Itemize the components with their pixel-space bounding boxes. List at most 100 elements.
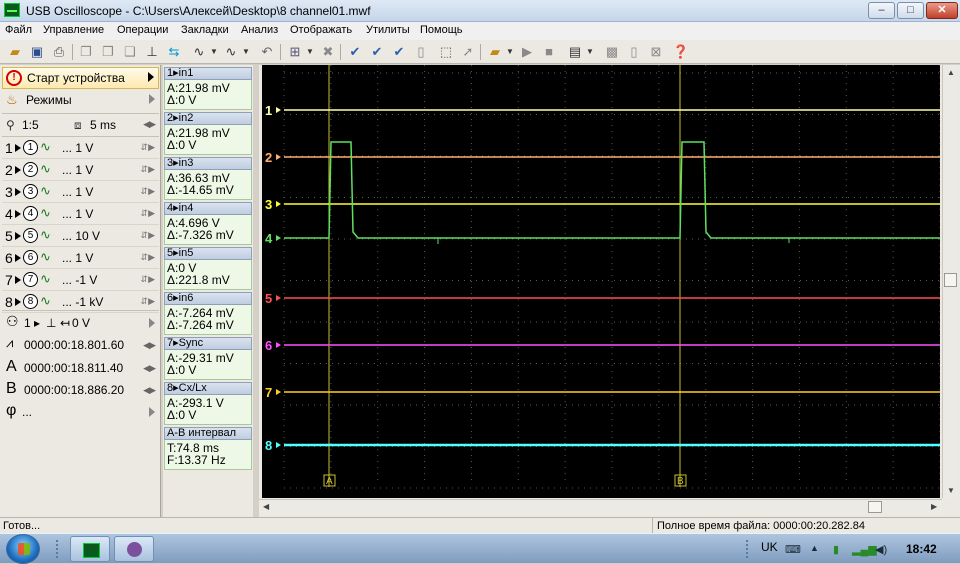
start-button[interactable]	[6, 534, 40, 564]
paste-icon[interactable]: ❐	[99, 43, 117, 61]
scroll-up-icon[interactable]: ▲	[947, 68, 955, 77]
cursor-a-stepper[interactable]: ◀▶	[143, 363, 156, 374]
menu-analysis[interactable]: Анализ	[241, 24, 278, 36]
cursor-icon[interactable]: ⇆	[165, 43, 183, 61]
measurement-header[interactable]: 2▸in2	[164, 112, 252, 125]
menu-utilities[interactable]: Утилиты	[366, 24, 410, 36]
channel-stepper[interactable]: ⇵▶	[141, 164, 155, 175]
waveform-icon[interactable]: ∿	[40, 139, 51, 155]
channel-stepper[interactable]: ⇵▶	[141, 142, 155, 153]
channel-row[interactable]: 7 7 ∿... -1 V ⇵▶	[2, 270, 159, 291]
channel-circle-icon[interactable]: 4	[23, 206, 38, 221]
channel-stepper[interactable]: ⇵▶	[141, 274, 155, 285]
channel-volts-per-div[interactable]: ... 1 V	[62, 163, 93, 177]
zoom-value[interactable]: 1:5	[22, 118, 39, 132]
channel-stepper[interactable]: ⇵▶	[141, 230, 155, 241]
chevron-down-icon[interactable]: ▼	[205, 43, 223, 61]
measurement-header[interactable]: 7▸Sync	[164, 337, 252, 350]
phase-row[interactable]: φ ...	[2, 401, 159, 423]
trigger-row[interactable]: ⚇ 1 ▸ ⊥ ↤ 0 V	[2, 312, 159, 334]
image-icon[interactable]: ▩	[603, 43, 621, 61]
vertical-scrollbar[interactable]: ▲ ▼	[942, 65, 958, 498]
waveform-icon[interactable]: ∿	[40, 205, 51, 221]
print-icon[interactable]: ⎙	[50, 43, 68, 61]
save-icon[interactable]: ▣	[28, 43, 46, 61]
measurement-header[interactable]: 8▸Cx/Lx	[164, 382, 252, 395]
check-icon[interactable]: ✔	[346, 43, 364, 61]
maximize-button[interactable]: □	[897, 2, 924, 19]
help-icon[interactable]: ❓	[672, 43, 690, 61]
show-hidden-icons-icon[interactable]: ▲	[810, 543, 819, 553]
waveform-icon[interactable]: ∿	[40, 271, 51, 287]
chevron-down-icon[interactable]: ▼	[581, 43, 599, 61]
channel-circle-icon[interactable]: 7	[23, 272, 38, 287]
channel-circle-icon[interactable]: 3	[23, 184, 38, 199]
channel-volts-per-div[interactable]: ... 10 V	[62, 229, 100, 243]
tile-icon[interactable]: ❑	[121, 43, 139, 61]
scroll-right-icon[interactable]: ▶	[931, 502, 937, 511]
vertical-scroll-thumb[interactable]	[944, 273, 957, 287]
channel-volts-per-div[interactable]: ... 1 V	[62, 141, 93, 155]
copy-icon[interactable]: ❐	[77, 43, 95, 61]
channel-volts-per-div[interactable]: ... 1 V	[62, 207, 93, 221]
play-icon[interactable]: ▶	[518, 43, 536, 61]
channel-volts-per-div[interactable]: ... -1 V	[62, 273, 97, 287]
scroll-left-icon[interactable]: ◀	[263, 502, 269, 511]
time-cursor-row[interactable]: ⩘ 0000:00:18.801.60 ◀▶	[2, 334, 159, 356]
channel-row[interactable]: 3 3 ∿... 1 V ⇵▶	[2, 182, 159, 203]
menu-operations[interactable]: Операции	[117, 24, 168, 36]
measurement-header[interactable]: 6▸in6	[164, 292, 252, 305]
modes-button[interactable]: ♨ Режимы	[2, 90, 159, 111]
stop-icon[interactable]: ■	[540, 43, 558, 61]
close-button[interactable]: ✕	[926, 2, 958, 19]
channel-stepper[interactable]: ⇵▶	[141, 186, 155, 197]
page-icon[interactable]: ▯	[412, 43, 430, 61]
cursor-b-row[interactable]: B 0000:00:18.886.20 ◀▶	[2, 379, 159, 401]
delete-icon[interactable]: ✖	[319, 43, 337, 61]
timebase-stepper[interactable]: ◀▶	[143, 119, 156, 130]
menu-file[interactable]: Файл	[5, 24, 32, 36]
scroll-down-icon[interactable]: ▼	[947, 486, 955, 495]
timebase-value[interactable]: 5 ms	[90, 118, 116, 132]
network-signal-icon[interactable]: ▂▄▆	[852, 543, 877, 556]
menu-help[interactable]: Помощь	[420, 24, 463, 36]
channel-circle-icon[interactable]: 8	[23, 294, 38, 309]
waveform-icon[interactable]: ∿	[40, 293, 51, 309]
start-device-button[interactable]: ! Старт устройства	[2, 67, 159, 89]
check-range-icon[interactable]: ✔	[390, 43, 408, 61]
measurement-header[interactable]: 3▸in3	[164, 157, 252, 170]
channel-row[interactable]: 5 5 ∿... 10 V ⇵▶	[2, 226, 159, 247]
chevron-down-icon[interactable]: ▼	[237, 43, 255, 61]
channel-circle-icon[interactable]: 6	[23, 250, 38, 265]
measurement-header[interactable]: 1▸in1	[164, 67, 252, 80]
horizontal-scrollbar[interactable]: ◀ ▶	[259, 499, 942, 514]
channel-stepper[interactable]: ⇵▶	[141, 252, 155, 263]
cursor-b-stepper[interactable]: ◀▶	[143, 385, 156, 396]
time-cursor-stepper[interactable]: ◀▶	[143, 340, 156, 351]
oscilloscope-screen[interactable]: 1 2 3 4 5 6 7 8 A B	[262, 65, 940, 498]
waveform-icon[interactable]: ∿	[40, 227, 51, 243]
taskbar-oscilloscope-button[interactable]	[70, 536, 110, 562]
document-icon[interactable]: ▯	[625, 43, 643, 61]
channel-volts-per-div[interactable]: ... 1 V	[62, 185, 93, 199]
menu-bookmarks[interactable]: Закладки	[181, 24, 229, 36]
keyboard-icon[interactable]: ⌨	[785, 543, 801, 556]
channel-volts-per-div[interactable]: ... -1 kV	[62, 295, 103, 309]
waveform-icon[interactable]: ∿	[40, 249, 51, 265]
language-indicator[interactable]: UK	[761, 540, 778, 554]
channel-stepper[interactable]: ⇵▶	[141, 208, 155, 219]
measurement-header[interactable]: 4▸in4	[164, 202, 252, 215]
chevron-down-icon[interactable]: ▼	[501, 43, 519, 61]
channel-row[interactable]: 6 6 ∿... 1 V ⇵▶	[2, 248, 159, 269]
channel-row[interactable]: 2 2 ∿... 1 V ⇵▶	[2, 160, 159, 181]
check-all-icon[interactable]: ✔	[368, 43, 386, 61]
channel-circle-icon[interactable]: 2	[23, 162, 38, 177]
channel-circle-icon[interactable]: 1	[23, 140, 38, 155]
clock[interactable]: 18:42	[906, 542, 937, 556]
pointer-icon[interactable]: ➚	[459, 43, 477, 61]
undo-icon[interactable]: ↶	[258, 43, 276, 61]
volume-icon[interactable]: ◀)	[875, 543, 887, 556]
battery-icon[interactable]: ▮	[833, 543, 839, 556]
measurement-header[interactable]: 5▸in5	[164, 247, 252, 260]
waveform-icon[interactable]: ∿	[40, 183, 51, 199]
